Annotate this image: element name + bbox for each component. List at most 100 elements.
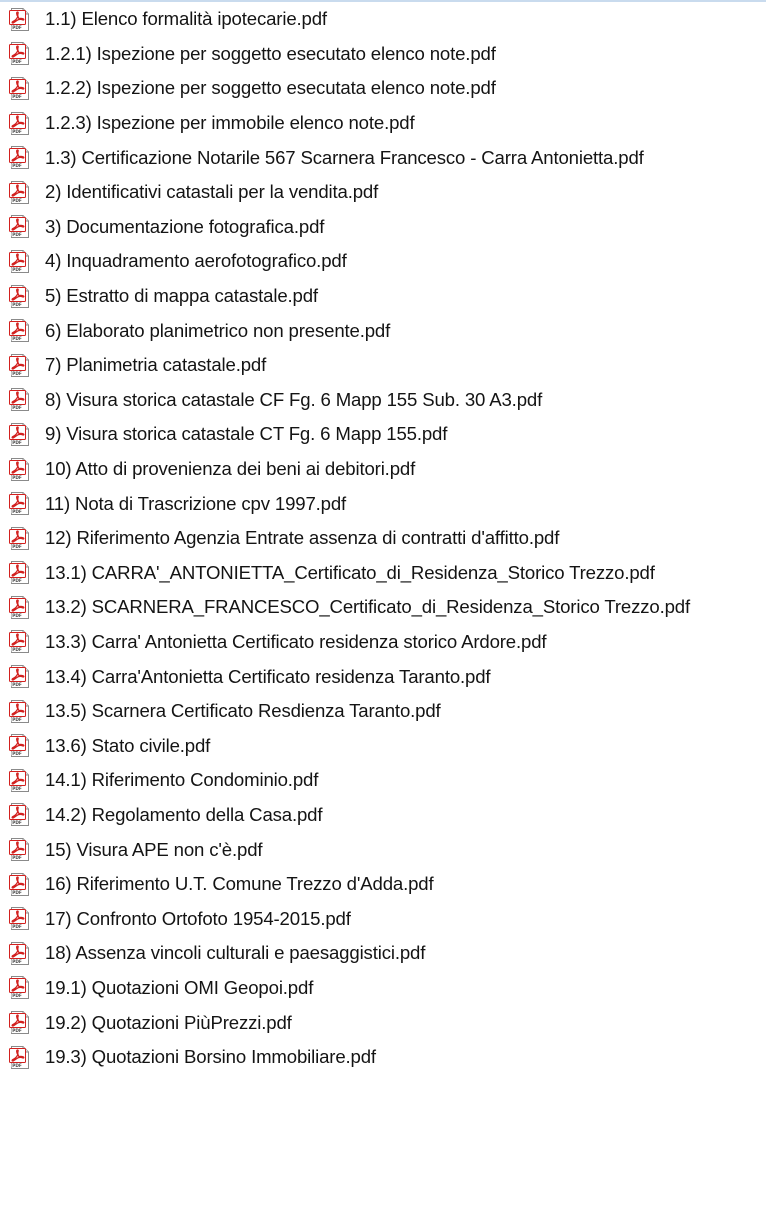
svg-text:PDF: PDF [12,302,22,308]
file-name-label: 1.2.2) Ispezione per soggetto esecutata … [45,77,496,99]
svg-text:PDF: PDF [12,1028,22,1034]
pdf-file-icon: PDF [9,7,29,31]
file-name-label: 13.4) Carra'Antonietta Certificato resid… [45,665,491,687]
pdf-file-icon: PDF [9,249,29,273]
svg-text:PDF: PDF [12,509,22,515]
file-name-label: 13.3) Carra' Antonietta Certificato resi… [45,630,547,652]
file-name-label: 1.3) Certificazione Notarile 567 Scarner… [45,146,644,168]
svg-text:PDF: PDF [12,405,22,411]
pdf-file-icon: PDF [9,595,29,619]
file-row[interactable]: PDF 2) Identificativi catastali per la v… [0,175,766,210]
pdf-file-icon: PDF [9,422,29,446]
file-name-label: 6) Elaborato planimetrico non presente.p… [45,319,391,341]
file-row[interactable]: PDF 9) Visura storica catastale CT Fg. 6… [0,417,766,452]
pdf-file-icon: PDF [9,976,29,1000]
svg-text:PDF: PDF [12,682,22,688]
svg-text:PDF: PDF [12,890,22,896]
svg-text:PDF: PDF [12,475,22,481]
file-name-label: 14.1) Riferimento Condominio.pdf [45,769,319,791]
pdf-file-icon: PDF [9,42,29,66]
file-row[interactable]: PDF 14.1) Riferimento Condominio.pdf [0,763,766,798]
file-row[interactable]: PDF 13.3) Carra' Antonietta Certificato … [0,625,766,660]
pdf-file-icon: PDF [9,838,29,862]
file-row[interactable]: PDF 4) Inquadramento aerofotografico.pdf [0,244,766,279]
file-row[interactable]: PDF 6) Elaborato planimetrico non presen… [0,313,766,348]
pdf-file-icon: PDF [9,111,29,135]
pdf-file-icon: PDF [9,665,29,689]
file-row[interactable]: PDF 1.2.2) Ispezione per soggetto esecut… [0,71,766,106]
pdf-file-icon: PDF [9,215,29,239]
file-name-label: 11) Nota di Trascrizione cpv 1997.pdf [45,492,347,514]
file-row[interactable]: PDF 19.3) Quotazioni Borsino Immobiliare… [0,1040,766,1075]
svg-text:PDF: PDF [12,371,22,377]
file-row[interactable]: PDF 12) Riferimento Agenzia Entrate asse… [0,521,766,556]
pdf-file-icon: PDF [9,699,29,723]
file-name-label: 4) Inquadramento aerofotografico.pdf [45,250,347,272]
pdf-file-icon: PDF [9,492,29,516]
file-row[interactable]: PDF 13.1) CARRA'_ANTONIETTA_Certificato_… [0,556,766,591]
pdf-file-icon: PDF [9,526,29,550]
file-name-label: 13.6) Stato civile.pdf [45,734,211,756]
svg-text:PDF: PDF [12,163,22,169]
file-row[interactable]: PDF 18) Assenza vincoli culturali e paes… [0,936,766,971]
svg-text:PDF: PDF [12,25,22,31]
pdf-file-icon: PDF [9,768,29,792]
file-row[interactable]: PDF 14.2) Regolamento della Casa.pdf [0,798,766,833]
svg-text:PDF: PDF [12,336,22,342]
svg-text:PDF: PDF [12,198,22,204]
svg-text:PDF: PDF [12,993,22,999]
file-row[interactable]: PDF 16) Riferimento U.T. Comune Trezzo d… [0,867,766,902]
svg-text:PDF: PDF [12,786,22,792]
file-row[interactable]: PDF 15) Visura APE non c'è.pdf [0,832,766,867]
file-name-label: 17) Confronto Ortofoto 1954-2015.pdf [45,907,351,929]
file-row[interactable]: PDF 19.2) Quotazioni PiùPrezzi.pdf [0,1005,766,1040]
svg-text:PDF: PDF [12,59,22,65]
file-row[interactable]: PDF 11) Nota di Trascrizione cpv 1997.pd… [0,486,766,521]
file-row[interactable]: PDF 13.4) Carra'Antonietta Certificato r… [0,659,766,694]
pdf-file-icon: PDF [9,353,29,377]
file-name-label: 19.2) Quotazioni PiùPrezzi.pdf [45,1011,292,1033]
pdf-file-icon: PDF [9,284,29,308]
pdf-file-icon: PDF [9,630,29,654]
pdf-file-icon: PDF [9,319,29,343]
file-row[interactable]: PDF 13.2) SCARNERA_FRANCESCO_Certificato… [0,590,766,625]
file-row[interactable]: PDF 13.5) Scarnera Certificato Resdienza… [0,694,766,729]
svg-text:PDF: PDF [12,751,22,757]
svg-text:PDF: PDF [12,129,22,135]
file-row[interactable]: PDF 19.1) Quotazioni OMI Geopoi.pdf [0,971,766,1006]
file-row[interactable]: PDF 17) Confronto Ortofoto 1954-2015.pdf [0,901,766,936]
file-name-label: 10) Atto di provenienza dei beni ai debi… [45,458,416,480]
file-name-label: 13.5) Scarnera Certificato Resdienza Tar… [45,700,441,722]
file-name-label: 7) Planimetria catastale.pdf [45,354,267,376]
svg-text:PDF: PDF [12,820,22,826]
pdf-file-icon: PDF [9,907,29,931]
file-name-label: 19.3) Quotazioni Borsino Immobiliare.pdf [45,1046,376,1068]
file-list: PDF 1.1) Elenco formalità ipotecarie.pdf… [0,2,766,1074]
file-name-label: 1.2.1) Ispezione per soggetto esecutato … [45,42,496,64]
svg-text:PDF: PDF [12,924,22,930]
file-name-label: 15) Visura APE non c'è.pdf [45,838,263,860]
file-row[interactable]: PDF 1.3) Certificazione Notarile 567 Sca… [0,140,766,175]
file-row[interactable]: PDF 8) Visura storica catastale CF Fg. 6… [0,383,766,418]
file-name-label: 3) Documentazione fotografica.pdf [45,215,325,237]
svg-text:PDF: PDF [12,232,22,238]
file-name-label: 12) Riferimento Agenzia Entrate assenza … [45,527,560,549]
file-name-label: 2) Identificativi catastali per la vendi… [45,181,379,203]
file-name-label: 9) Visura storica catastale CT Fg. 6 Map… [45,423,448,445]
file-row[interactable]: PDF 1.2.3) Ispezione per immobile elenco… [0,106,766,141]
file-row[interactable]: PDF 3) Documentazione fotografica.pdf [0,210,766,245]
svg-text:PDF: PDF [12,613,22,619]
svg-text:PDF: PDF [12,647,22,653]
file-name-label: 19.1) Quotazioni OMI Geopoi.pdf [45,976,314,998]
file-row[interactable]: PDF 10) Atto di provenienza dei beni ai … [0,452,766,487]
file-row[interactable]: PDF 1.1) Elenco formalità ipotecarie.pdf [0,2,766,37]
svg-text:PDF: PDF [12,267,22,273]
file-row[interactable]: PDF 5) Estratto di mappa catastale.pdf [0,279,766,314]
svg-text:PDF: PDF [12,1063,22,1069]
file-row[interactable]: PDF 1.2.1) Ispezione per soggetto esecut… [0,37,766,72]
file-row[interactable]: PDF 7) Planimetria catastale.pdf [0,348,766,383]
file-name-label: 1.1) Elenco formalità ipotecarie.pdf [45,8,327,30]
file-name-label: 13.2) SCARNERA_FRANCESCO_Certificato_di_… [45,596,690,618]
file-name-label: 13.1) CARRA'_ANTONIETTA_Certificato_di_R… [45,561,655,583]
file-row[interactable]: PDF 13.6) Stato civile.pdf [0,728,766,763]
